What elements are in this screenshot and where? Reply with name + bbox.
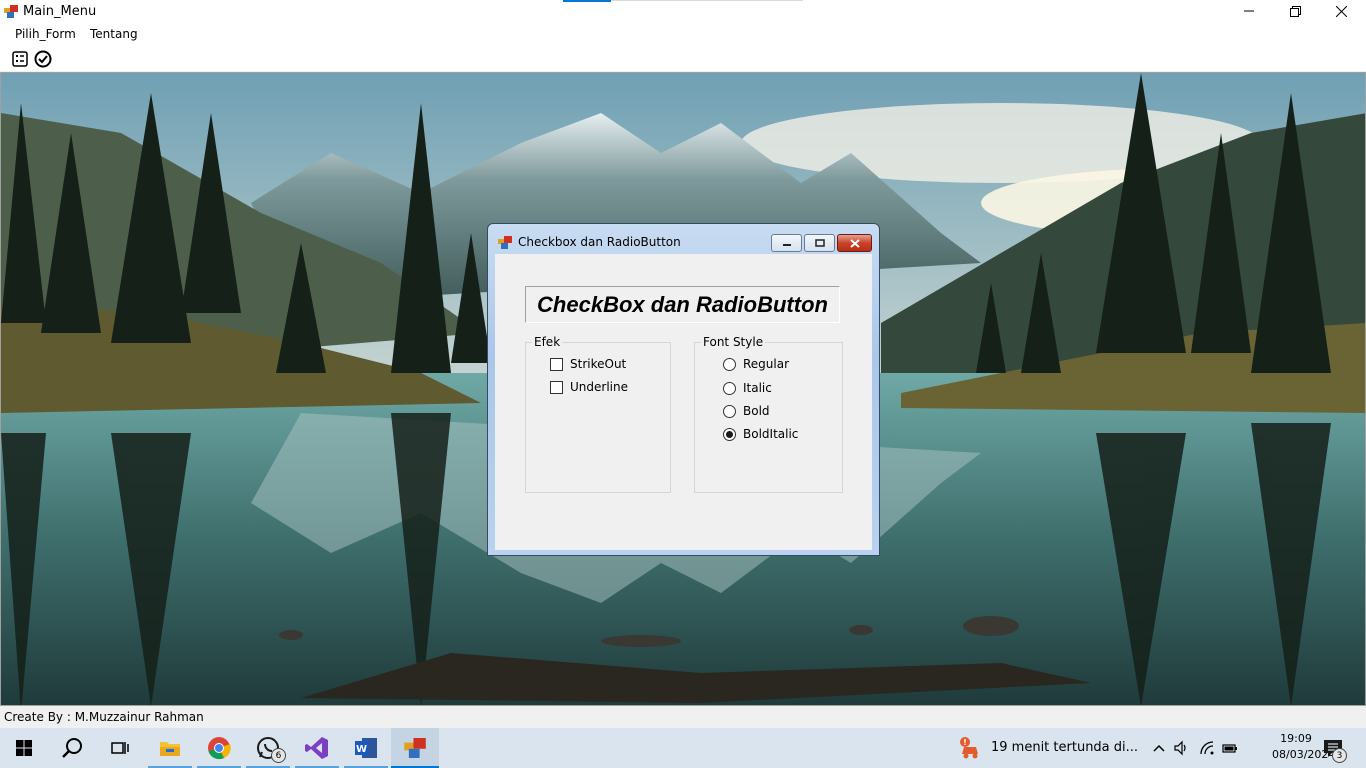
visual-studio-button[interactable] bbox=[293, 728, 341, 768]
form-list-button[interactable] bbox=[11, 50, 29, 68]
check-circle-icon bbox=[34, 50, 52, 68]
close-icon bbox=[849, 238, 860, 248]
app-window-icon bbox=[404, 738, 426, 758]
child-client-area: CheckBox dan RadioButton Efek StrikeOut … bbox=[495, 254, 872, 550]
strikeout-label: StrikeOut bbox=[570, 357, 627, 371]
font-style-groupbox: Font Style Regular Italic Bold BoldItali… bbox=[694, 335, 843, 493]
efek-legend: Efek bbox=[532, 335, 563, 349]
battery-icon[interactable] bbox=[1222, 740, 1238, 756]
child-window-checkbox-radio[interactable]: Checkbox dan RadioButton CheckBox dan Ra… bbox=[487, 223, 880, 556]
chevron-up-icon[interactable] bbox=[1151, 740, 1167, 756]
maximize-icon bbox=[814, 239, 825, 247]
volume-icon[interactable] bbox=[1174, 740, 1190, 756]
check-button[interactable] bbox=[34, 50, 52, 68]
task-view-button[interactable] bbox=[96, 728, 144, 768]
chrome-button[interactable] bbox=[195, 728, 243, 768]
bolditalic-label: BoldItalic bbox=[743, 427, 799, 441]
close-button[interactable] bbox=[1318, 0, 1364, 22]
radio-circle[interactable] bbox=[723, 357, 736, 371]
clock-time: 19:09 bbox=[1280, 732, 1312, 745]
app-icon bbox=[4, 5, 18, 18]
font-style-legend: Font Style bbox=[701, 335, 766, 349]
minimize-icon bbox=[1244, 10, 1254, 12]
minimize-icon bbox=[782, 244, 791, 246]
form-list-icon bbox=[12, 51, 28, 67]
child-app-icon bbox=[498, 236, 512, 249]
chrome-icon bbox=[208, 737, 231, 760]
efek-groupbox: Efek StrikeOut Underline bbox=[525, 335, 671, 493]
taskbar: 6 W ! 19 menit tertunda di... 19:09 08/0… bbox=[0, 728, 1366, 768]
search-button[interactable] bbox=[48, 728, 96, 768]
wifi-icon[interactable] bbox=[1199, 740, 1215, 756]
notification-text[interactable]: 19 menit tertunda di... bbox=[991, 740, 1138, 755]
mdi-client-area: Checkbox dan RadioButton CheckBox dan Ra… bbox=[0, 72, 1366, 706]
menu-pilih-form[interactable]: Pilih_Form bbox=[13, 27, 78, 41]
action-center-badge: 3 bbox=[1332, 748, 1347, 763]
underline-label: Underline bbox=[570, 380, 628, 394]
tool-strip bbox=[0, 46, 1366, 72]
delayed-update-icon[interactable]: ! bbox=[958, 736, 984, 762]
checkbox-box[interactable] bbox=[550, 380, 563, 394]
maximize-button[interactable] bbox=[1272, 0, 1318, 22]
file-explorer-button[interactable] bbox=[146, 728, 194, 768]
visual-studio-icon bbox=[305, 737, 328, 759]
start-button[interactable] bbox=[0, 728, 48, 768]
radio-circle[interactable] bbox=[723, 404, 736, 418]
strikeout-checkbox[interactable]: StrikeOut bbox=[550, 357, 626, 371]
radio-circle-selected[interactable] bbox=[723, 427, 736, 441]
windows-start-icon bbox=[16, 740, 32, 756]
close-icon bbox=[1335, 5, 1347, 17]
menu-bar: Pilih_Form Tentang bbox=[0, 24, 1366, 46]
headline-label: CheckBox dan RadioButton bbox=[525, 286, 840, 323]
svg-text:!: ! bbox=[963, 738, 967, 747]
restore-icon bbox=[1289, 5, 1301, 17]
underline-checkbox[interactable]: Underline bbox=[550, 380, 628, 394]
title-accent-line bbox=[563, 0, 611, 2]
child-close-button[interactable] bbox=[837, 234, 872, 252]
window-title: Main_Menu bbox=[23, 4, 97, 19]
search-icon bbox=[62, 738, 82, 758]
bolditalic-radio[interactable]: BoldItalic bbox=[723, 427, 798, 441]
whatsapp-badge: 6 bbox=[271, 748, 286, 763]
whatsapp-button[interactable]: 6 bbox=[244, 728, 292, 768]
bold-label: Bold bbox=[743, 404, 770, 418]
status-bar: Create By : M.Muzzainur Rahman bbox=[0, 706, 1366, 728]
checkbox-box[interactable] bbox=[550, 357, 563, 371]
main-title-bar[interactable]: Main_Menu bbox=[0, 0, 1366, 24]
svg-text:W: W bbox=[356, 744, 367, 755]
child-maximize-button[interactable] bbox=[804, 234, 835, 252]
menu-tentang[interactable]: Tentang bbox=[88, 27, 140, 41]
task-view-icon bbox=[111, 742, 129, 754]
system-clock[interactable]: 19:09 08/03/2024 bbox=[1272, 731, 1336, 763]
bold-radio[interactable]: Bold bbox=[723, 404, 770, 418]
radio-circle[interactable] bbox=[723, 381, 736, 395]
app-window-button[interactable] bbox=[391, 728, 439, 768]
regular-radio[interactable]: Regular bbox=[723, 357, 789, 371]
regular-label: Regular bbox=[743, 357, 790, 371]
italic-radio[interactable]: Italic bbox=[723, 381, 772, 395]
clock-date: 08/03/2024 bbox=[1272, 748, 1336, 761]
italic-label: Italic bbox=[743, 381, 772, 395]
status-text: Create By : M.Muzzainur Rahman bbox=[4, 710, 204, 724]
child-window-title: Checkbox dan RadioButton bbox=[518, 235, 681, 249]
title-divider bbox=[611, 0, 803, 1]
word-button[interactable]: W bbox=[342, 728, 390, 768]
child-minimize-button[interactable] bbox=[771, 234, 802, 252]
minimize-button[interactable] bbox=[1226, 0, 1272, 22]
word-icon: W bbox=[355, 738, 377, 758]
file-explorer-icon bbox=[160, 742, 180, 756]
